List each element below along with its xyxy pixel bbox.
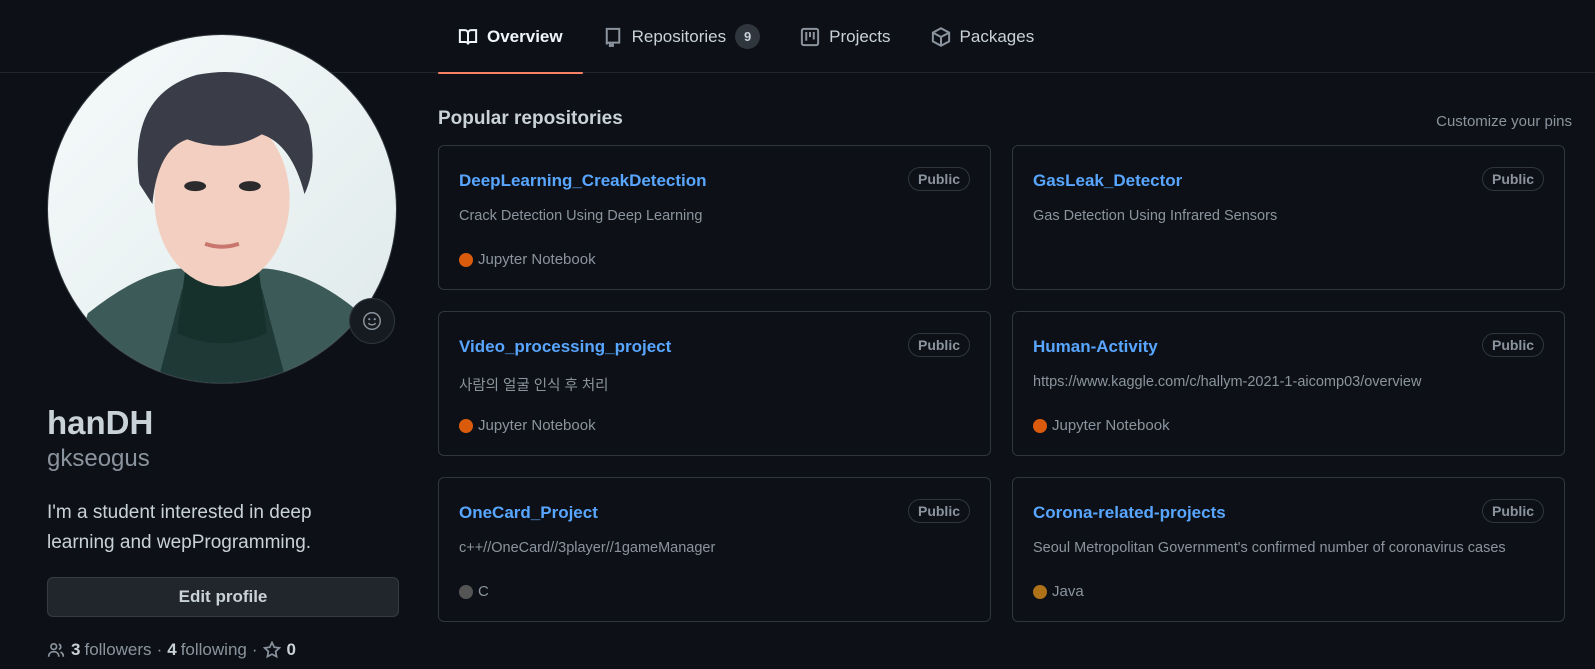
language-label: Jupyter Notebook	[478, 417, 596, 434]
followers-label: followers	[84, 640, 152, 659]
tab-projects-label: Projects	[829, 26, 891, 46]
repo-name-link[interactable]: Video_processing_project	[459, 337, 671, 357]
tab-overview[interactable]: Overview	[438, 0, 583, 74]
repo-icon	[605, 27, 620, 47]
customize-pins-link[interactable]: Customize your pins	[1436, 113, 1572, 130]
following-label: following	[180, 640, 247, 659]
language-label: Jupyter Notebook	[1052, 417, 1170, 434]
profile-bio: I'm a student interested in deep learnin…	[47, 502, 312, 553]
tab-repositories[interactable]: Repositories 9	[583, 0, 781, 73]
profile-fullname: hanDH	[47, 404, 154, 441]
separator: ·	[156, 640, 163, 659]
visibility-badge: Public	[907, 167, 970, 191]
language-color-dot	[459, 252, 473, 267]
visibility-badge: Public	[1481, 499, 1544, 523]
visibility-badge: Public	[907, 499, 970, 523]
popular-repositories-heading: Popular repositories	[438, 108, 623, 129]
repo-name-link[interactable]: Corona-related-projects	[1033, 503, 1226, 523]
language-color-dot	[1033, 584, 1047, 599]
repo-language: Jupyter Notebook	[1033, 417, 1170, 434]
repo-name-link[interactable]: GasLeak_Detector	[1033, 171, 1182, 191]
visibility-badge: Public	[1481, 333, 1544, 357]
repo-description: Gas Detection Using Infrared Sensors	[1033, 208, 1278, 224]
tab-projects[interactable]: Projects	[780, 0, 910, 73]
language-color-dot	[459, 584, 473, 599]
set-status-button[interactable]	[349, 298, 395, 344]
stars-link[interactable]: 0	[262, 640, 300, 660]
repo-card: GasLeak_Detector Public Gas Detection Usin…	[1012, 145, 1565, 290]
following-link[interactable]: 4 following	[167, 640, 247, 660]
tab-packages[interactable]: Packages	[911, 0, 1055, 73]
repo-description: c++//OneCard//3player//1gameManager	[459, 540, 716, 556]
repo-language: Jupyter Notebook	[459, 251, 596, 268]
follow-stats: 3 followers · 4 following · 0	[47, 640, 300, 660]
language-label: Java	[1052, 583, 1084, 600]
repo-card: Human-Activity Public https://www.kaggle.c…	[1012, 311, 1565, 456]
followers-link[interactable]: 3 followers	[47, 640, 152, 660]
profile-tabs: Overview Repositories 9 Projects Package…	[438, 0, 1055, 74]
repo-language: Jupyter Notebook	[459, 417, 596, 434]
visibility-badge: Public	[1481, 167, 1544, 191]
package-icon	[931, 26, 950, 47]
avatar-image	[48, 35, 396, 383]
project-icon	[800, 27, 820, 46]
language-color-dot	[1033, 418, 1047, 433]
separator: ·	[251, 640, 258, 659]
pinned-repo-grid: DeepLearning_CreakDetection Public Crack D…	[438, 145, 1572, 622]
profile-username: gkseogus	[47, 445, 150, 472]
stars-count: 0	[286, 640, 296, 659]
repo-card: DeepLearning_CreakDetection Public Crack D…	[438, 145, 991, 290]
repo-card: Corona-related-projects Public Seoul Metro…	[1012, 477, 1565, 622]
repo-description: 사람의 얼굴 인식 후 처리	[459, 378, 609, 394]
repo-language: Java	[1033, 583, 1084, 600]
repo-description: Seoul Metropolitan Government's confirme…	[1033, 540, 1506, 556]
language-label: C	[478, 583, 489, 600]
repositories-count-badge: 9	[735, 24, 761, 49]
repo-description: Crack Detection Using Deep Learning	[459, 208, 703, 224]
people-icon	[47, 642, 65, 657]
following-count: 4	[167, 640, 177, 659]
edit-profile-button[interactable]: Edit profile	[47, 577, 399, 617]
tab-packages-label: Packages	[959, 26, 1035, 46]
star-icon	[262, 641, 281, 659]
book-icon	[458, 28, 478, 45]
language-label: Jupyter Notebook	[478, 251, 596, 268]
repo-description: https://www.kaggle.com/c/hallym-2021-1-a…	[1033, 374, 1422, 390]
repo-language: C	[459, 583, 489, 600]
followers-count: 3	[71, 640, 81, 659]
visibility-badge: Public	[907, 333, 970, 357]
smiley-icon	[363, 312, 381, 330]
repo-name-link[interactable]: Human-Activity	[1033, 337, 1158, 357]
repo-name-link[interactable]: DeepLearning_CreakDetection	[459, 171, 707, 191]
repo-card: OneCard_Project Public c++//OneCard//3play…	[438, 477, 991, 622]
repo-card: Video_processing_project Public 사람의 얼굴 인식 …	[438, 311, 991, 456]
language-color-dot	[459, 418, 473, 433]
repo-name-link[interactable]: OneCard_Project	[459, 503, 598, 523]
avatar[interactable]	[47, 34, 397, 384]
avatar-container	[47, 34, 397, 384]
tab-overview-label: Overview	[487, 26, 563, 46]
tab-repositories-label: Repositories	[631, 26, 727, 46]
